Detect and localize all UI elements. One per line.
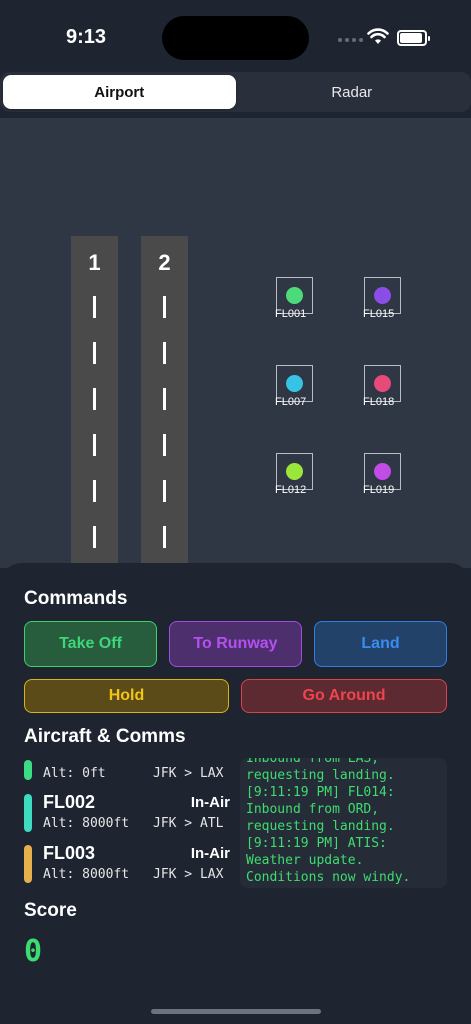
aircraft-marker[interactable]: FL019 [363, 453, 401, 496]
score-heading: Score [24, 900, 77, 921]
land-button[interactable]: Land [314, 621, 447, 667]
commands-heading: Commands [24, 588, 128, 609]
aircraft-route: JFK > ATL [153, 816, 224, 831]
runway-1[interactable]: 1 [71, 236, 118, 568]
tab-airport[interactable]: Airport [3, 75, 236, 109]
status-time: 9:13 [66, 26, 107, 48]
aircraft-route: JFK > LAX [153, 867, 224, 882]
tab-radar[interactable]: Radar [236, 75, 469, 109]
aircraft-callsign: FL007 [275, 396, 307, 408]
aircraft-status: In-Air [190, 845, 230, 862]
aircraft-row[interactable]: FL003 In-Air Alt: 8000ft JFK > LAX [24, 843, 234, 887]
runway-marking [163, 342, 166, 364]
runway-number: 2 [158, 250, 171, 275]
view-segmented-control: Airport Radar [0, 72, 471, 112]
aircraft-callsign: FL012 [275, 484, 307, 496]
aircraft-dot [374, 287, 391, 304]
runway-2[interactable]: 2 [141, 236, 188, 568]
runway-marking [163, 296, 166, 318]
runway-marking [163, 480, 166, 502]
status-bar: 9:13 [0, 0, 471, 70]
aircraft-altitude: Alt: 0ft [43, 766, 106, 781]
runway-marking [93, 480, 96, 502]
aircraft-dot [374, 463, 391, 480]
aircraft-dot [286, 287, 303, 304]
aircraft-marker[interactable]: FL015 [363, 277, 401, 320]
runway-marking [93, 388, 96, 410]
home-indicator[interactable] [151, 1009, 321, 1014]
aircraft-marker[interactable]: FL018 [363, 365, 401, 408]
aircraft-callsign: FL019 [363, 484, 395, 496]
airport-view: 1 2 FL001 FL015 FL007 FL018 FL012 FL019 [0, 118, 471, 568]
runway-marking [163, 388, 166, 410]
dynamic-island [162, 16, 309, 60]
comms-log-text: Inbound from LAS, requesting landing. [9… [246, 758, 411, 885]
to-runway-button[interactable]: To Runway [169, 621, 302, 667]
cellular-signal-icon [338, 38, 363, 42]
aircraft-altitude: Alt: 8000ft [43, 867, 130, 882]
aircraft-marker[interactable]: FL007 [275, 365, 313, 408]
runway-number: 1 [88, 250, 101, 275]
aircraft-route: JFK > LAX [153, 766, 224, 781]
aircraft-marker[interactable]: FL001 [275, 277, 313, 320]
runway-marking [163, 434, 166, 456]
aircraft-color-bar [24, 845, 32, 883]
aircraft-list[interactable]: Alt: 0ft JFK > LAX FL002 In-Air Alt: 800… [24, 760, 234, 890]
aircraft-id: FL002 [43, 792, 96, 812]
aircraft-comms-heading: Aircraft & Comms [24, 726, 186, 747]
wifi-icon [367, 28, 389, 44]
aircraft-color-bar [24, 794, 32, 832]
runway-marking [93, 296, 96, 318]
runway-marking [93, 342, 96, 364]
aircraft-status: In-Air [190, 794, 230, 811]
score-value: 0 [24, 934, 43, 969]
runway-marking [93, 434, 96, 456]
hold-button[interactable]: Hold [24, 679, 229, 713]
aircraft-color-bar [24, 760, 32, 780]
aircraft-row[interactable]: FL002 In-Air Alt: 8000ft JFK > ATL [24, 792, 234, 836]
aircraft-id: FL003 [43, 843, 96, 863]
runway-marking [163, 526, 166, 548]
take-off-button[interactable]: Take Off [24, 621, 157, 667]
go-around-button[interactable]: Go Around [241, 679, 447, 713]
comms-log[interactable]: Inbound from LAS, requesting landing. [9… [240, 758, 447, 888]
aircraft-dot [286, 463, 303, 480]
aircraft-dot [374, 375, 391, 392]
aircraft-callsign: FL001 [275, 308, 307, 320]
aircraft-row[interactable]: Alt: 0ft JFK > LAX [24, 760, 234, 786]
battery-icon [397, 30, 430, 46]
aircraft-callsign: FL015 [363, 308, 395, 320]
aircraft-marker[interactable]: FL012 [275, 453, 313, 496]
runway-marking [93, 526, 96, 548]
aircraft-altitude: Alt: 8000ft [43, 816, 130, 831]
aircraft-dot [286, 375, 303, 392]
aircraft-callsign: FL018 [363, 396, 395, 408]
